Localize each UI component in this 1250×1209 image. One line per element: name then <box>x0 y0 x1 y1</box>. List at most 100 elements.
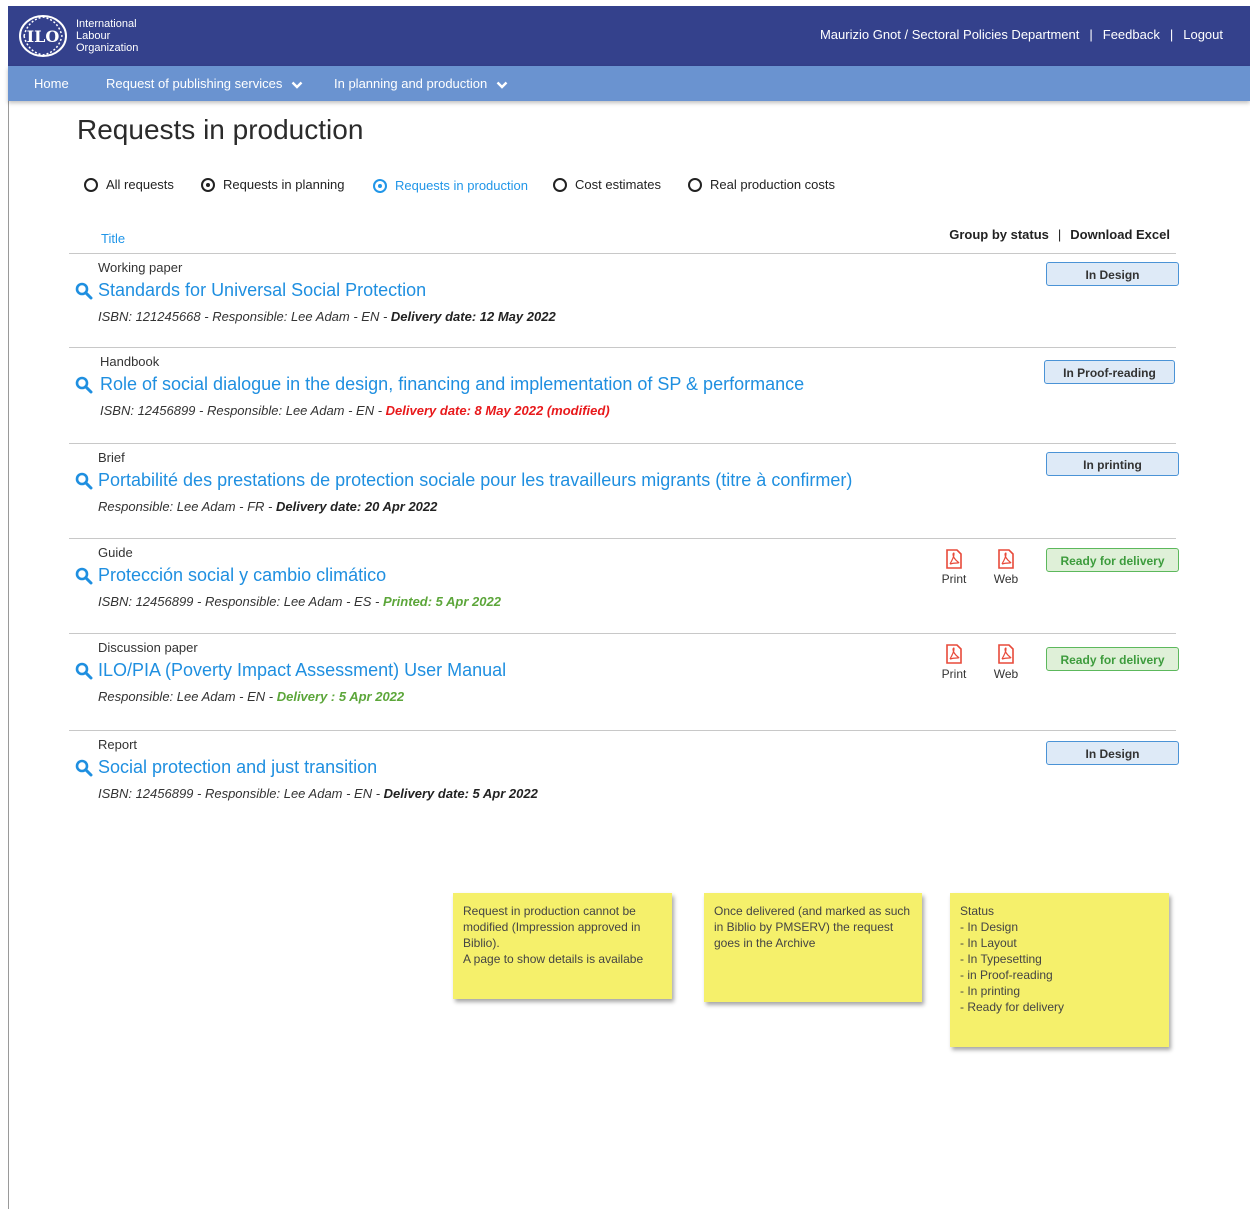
row-divider <box>69 730 1176 731</box>
request-type: Guide <box>98 545 133 560</box>
request-row: Brief Portabilité des prestations de pro… <box>69 450 1179 540</box>
nav-label: In planning and production <box>334 76 488 91</box>
list-actions: Group by status | Download Excel <box>949 227 1170 242</box>
download-files: Print Web <box>939 549 1029 589</box>
filter-requests-in-production[interactable]: Requests in production <box>373 178 528 193</box>
logout-link[interactable]: Logout <box>1183 27 1223 42</box>
org-line: Labour <box>76 30 111 42</box>
file-label: Print <box>941 667 967 681</box>
separator: | <box>1057 227 1062 242</box>
request-row: Working paper Standards for Universal So… <box>69 260 1179 350</box>
title-column-header[interactable]: Title <box>101 231 125 246</box>
filter-requests-in-planning[interactable]: Requests in planning <box>201 177 344 192</box>
user-profile-link[interactable]: Maurizio Gnot / Sectoral Policies Depart… <box>820 27 1079 42</box>
request-title-link[interactable]: Protección social y cambio climático <box>75 565 386 586</box>
request-row: Discussion paper ILO/PIA (Poverty Impact… <box>69 640 1179 730</box>
request-meta: ISBN: 12456899 - Responsible: Lee Adam -… <box>98 594 501 609</box>
request-title-link[interactable]: Role of social dialogue in the design, f… <box>75 374 804 395</box>
request-type: Working paper <box>98 260 183 275</box>
top-header: ILO International Labour Organization Ma… <box>8 6 1250 66</box>
chevron-down-icon <box>291 81 303 89</box>
request-row: Guide Protección social y cambio climáti… <box>69 545 1179 635</box>
row-divider <box>69 253 1176 254</box>
request-title: Protección social y cambio climático <box>98 565 387 585</box>
main-nav: Home Request of publishing services In p… <box>8 66 1250 101</box>
request-title-link[interactable]: Portabilité des prestations de protectio… <box>75 470 852 491</box>
request-filter: All requests Requests in planning Reques… <box>84 177 884 197</box>
pdf-file-icon <box>946 644 962 664</box>
chevron-down-icon <box>496 81 508 89</box>
request-date: Delivery : 5 Apr 2022 <box>276 689 405 704</box>
status-badge: In printing <box>1046 452 1179 476</box>
request-title: Role of social dialogue in the design, f… <box>100 374 805 394</box>
nav-publishing-services[interactable]: Request of publishing services <box>106 76 303 91</box>
request-details: ISBN: 12456899 - Responsible: Lee Adam -… <box>98 786 384 801</box>
pdf-file-icon <box>998 549 1014 569</box>
request-details: ISBN: 12456899 - Responsible: Lee Adam -… <box>98 594 383 609</box>
request-meta: Responsible: Lee Adam - FR - Delivery da… <box>98 499 437 514</box>
row-divider <box>69 347 1176 348</box>
status-badge: Ready for delivery <box>1046 647 1179 671</box>
nav-home[interactable]: Home <box>34 76 69 91</box>
request-meta: ISBN: 12456899 - Responsible: Lee Adam -… <box>100 403 610 418</box>
download-excel-link[interactable]: Download Excel <box>1070 227 1170 242</box>
svg-text:ILO: ILO <box>27 27 60 46</box>
status-badge: In Design <box>1046 741 1179 765</box>
search-icon <box>75 759 93 776</box>
search-icon <box>75 472 93 489</box>
download-print-pdf[interactable]: Print <box>939 549 969 586</box>
download-files: Print Web <box>939 644 1029 684</box>
row-divider <box>69 538 1176 539</box>
request-title-link[interactable]: Standards for Universal Social Protectio… <box>75 280 426 301</box>
status-badge: In Proof-reading <box>1044 360 1175 384</box>
download-web-pdf[interactable]: Web <box>991 549 1021 586</box>
download-print-pdf[interactable]: Print <box>939 644 969 681</box>
row-divider <box>69 443 1176 444</box>
separator: | <box>1089 27 1093 42</box>
filter-label: Requests in production <box>395 178 528 193</box>
request-type: Brief <box>98 450 125 465</box>
request-meta: Responsible: Lee Adam - EN - Delivery : … <box>98 689 404 704</box>
page-title: Requests in production <box>77 114 364 145</box>
request-details: Responsible: Lee Adam - EN - <box>98 689 277 704</box>
row-divider <box>69 633 1176 634</box>
request-date: Printed: 5 Apr 2022 <box>382 594 501 609</box>
download-web-pdf[interactable]: Web <box>991 644 1021 681</box>
request-type: Discussion paper <box>98 640 198 655</box>
request-type: Handbook <box>100 354 160 369</box>
filter-cost-estimates[interactable]: Cost estimates <box>553 177 661 192</box>
feedback-link[interactable]: Feedback <box>1103 27 1160 42</box>
request-title-link[interactable]: ILO/PIA (Poverty Impact Assessment) User… <box>75 660 506 681</box>
filter-all-requests[interactable]: All requests <box>84 177 174 192</box>
search-icon <box>75 282 93 299</box>
file-label: Print <box>941 572 967 586</box>
ilo-logo-icon[interactable]: ILO <box>18 14 68 58</box>
radio-icon <box>373 178 387 193</box>
request-details: Responsible: Lee Adam - FR - <box>98 499 276 514</box>
pdf-file-icon <box>998 644 1014 664</box>
sticky-note: Request in production cannot be modified… <box>453 893 672 999</box>
request-title: Social protection and just transition <box>98 757 378 777</box>
org-line: International <box>76 18 137 30</box>
radio-icon <box>84 177 98 192</box>
pdf-file-icon <box>946 549 962 569</box>
radio-icon <box>201 177 215 192</box>
filter-real-production-costs[interactable]: Real production costs <box>688 177 835 192</box>
request-title: Standards for Universal Social Protectio… <box>98 280 427 300</box>
request-date: Delivery date: 12 May 2022 <box>390 309 556 324</box>
search-icon <box>75 662 93 679</box>
user-links: Maurizio Gnot / Sectoral Policies Depart… <box>820 27 1223 42</box>
request-title-link[interactable]: Social protection and just transition <box>75 757 377 778</box>
filter-label: All requests <box>106 177 174 192</box>
group-by-status-link[interactable]: Group by status <box>949 227 1049 242</box>
sticky-note: Once delivered (and marked as such in Bi… <box>704 893 922 1002</box>
file-label: Web <box>993 667 1019 681</box>
nav-planning-production[interactable]: In planning and production <box>334 76 508 91</box>
status-badge: Ready for delivery <box>1046 548 1179 572</box>
filter-label: Real production costs <box>710 177 836 192</box>
file-label: Web <box>993 572 1019 586</box>
request-date: Delivery date: 20 Apr 2022 <box>275 499 438 514</box>
org-line: Organization <box>76 42 139 54</box>
request-type: Report <box>98 737 138 752</box>
filter-label: Requests in planning <box>223 177 345 192</box>
